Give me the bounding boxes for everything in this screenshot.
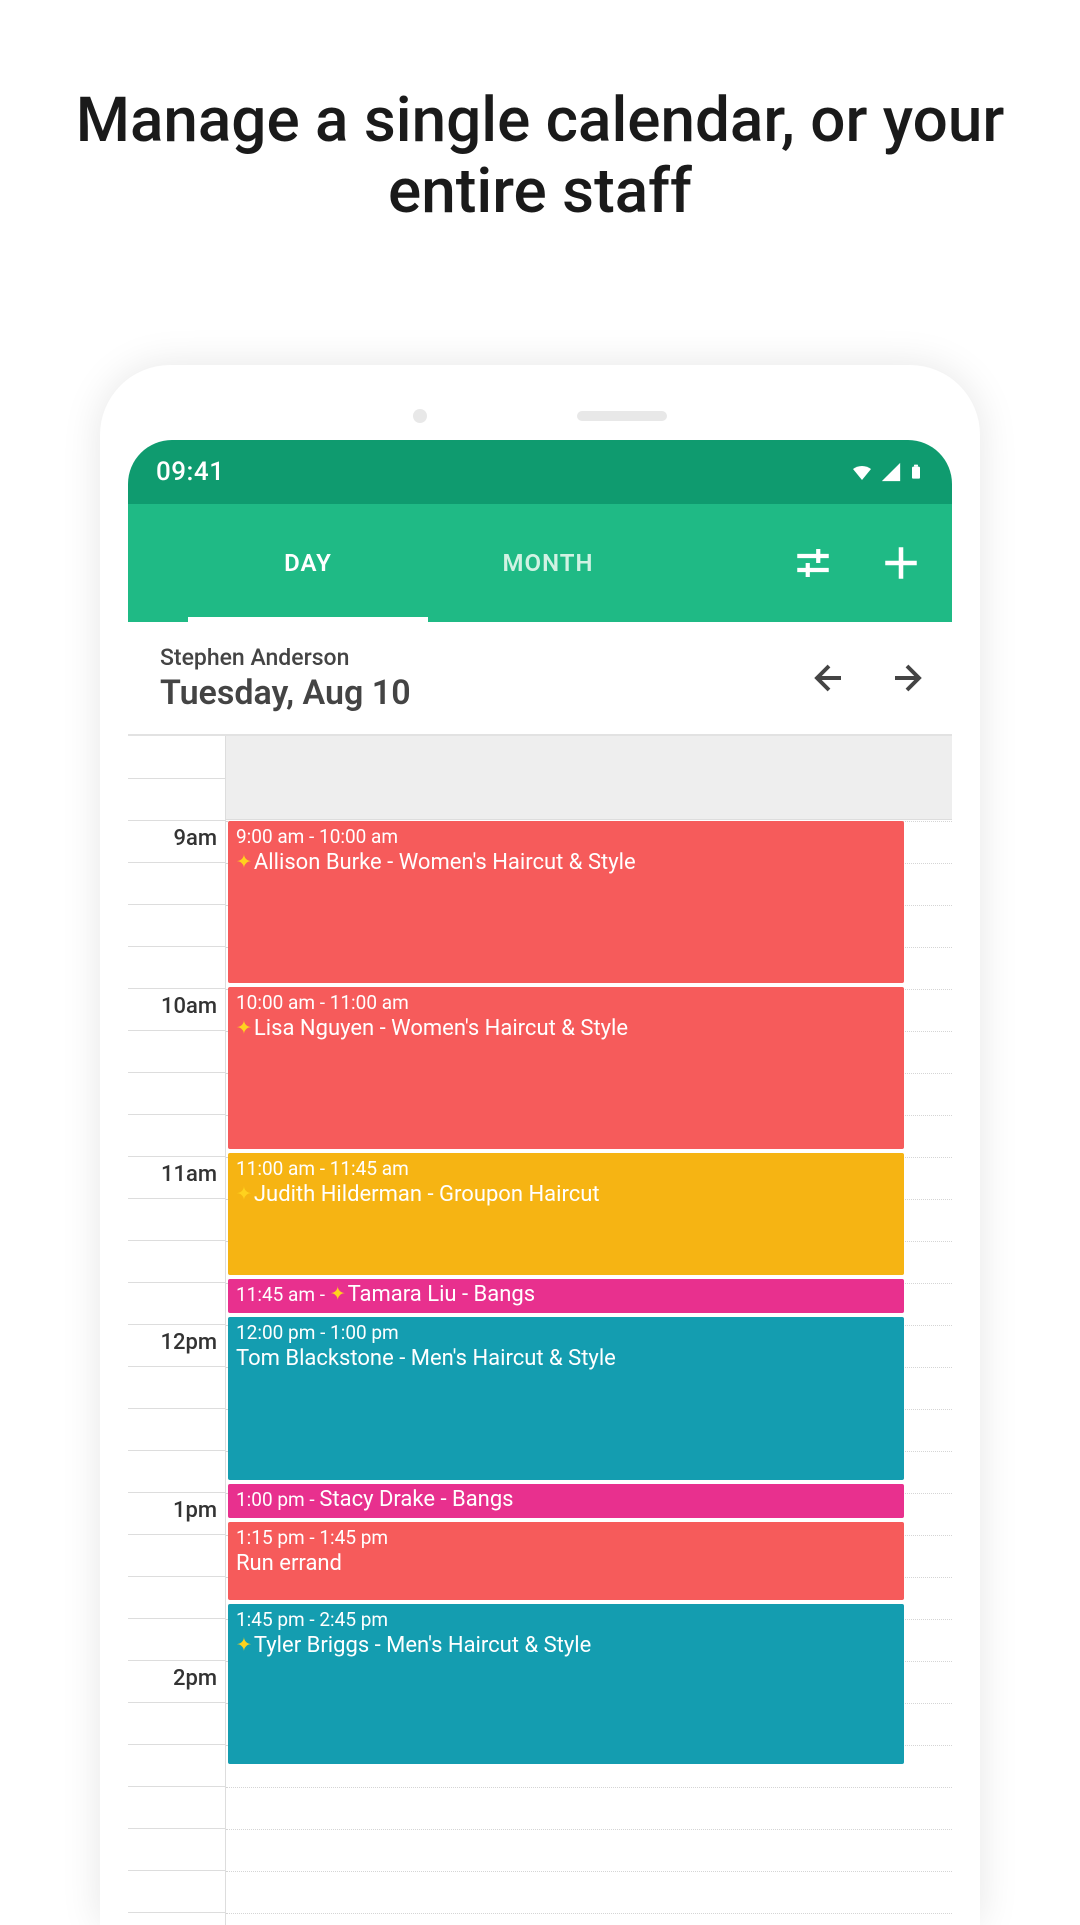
gutter-slot: [128, 1829, 225, 1871]
time-label: 9am: [173, 826, 217, 851]
marketing-headline: Manage a single calendar, or your entire…: [0, 0, 1080, 228]
status-icons: [850, 460, 924, 484]
gutter-slot: [128, 905, 225, 947]
event-block[interactable]: 10:00 am - 11:00 am✦Lisa Nguyen - Women'…: [228, 987, 904, 1149]
gutter-slot: [128, 1871, 225, 1913]
gutter-slot: [128, 947, 225, 989]
time-label: 10am: [161, 994, 217, 1019]
phone-camera-dot: [413, 409, 427, 423]
star-icon: ✦: [236, 1182, 252, 1205]
gutter-slot: [128, 1115, 225, 1157]
signal-icon: [880, 461, 902, 483]
day-calendar[interactable]: 9am 10am 11am 12pm 1pm 2pm 9:00 am - 10:00 am…: [128, 736, 952, 1925]
grid-line: [226, 1913, 952, 1914]
phone-speaker-slit: [577, 411, 667, 421]
gutter-slot: [128, 779, 225, 821]
gutter-slot: [128, 1745, 225, 1787]
event-block[interactable]: 12:00 pm - 1:00 pmTom Blackstone - Men's…: [228, 1317, 904, 1480]
time-label: 1pm: [173, 1498, 217, 1523]
prev-day-icon[interactable]: [808, 660, 844, 696]
tab-bar: DAY MONTH: [128, 504, 952, 622]
event-block[interactable]: 1:00 pm - Stacy Drake - Bangs: [228, 1484, 904, 1518]
next-day-icon[interactable]: [892, 660, 928, 696]
star-icon: ✦: [236, 850, 252, 873]
time-label: 11am: [161, 1162, 217, 1187]
gutter-slot: [128, 1451, 225, 1493]
star-icon: ✦: [330, 1282, 346, 1305]
allday-band: [226, 736, 952, 820]
phone-frame: 09:41 DAY MONTH: [100, 365, 980, 1925]
time-label: 2pm: [173, 1666, 217, 1691]
gutter-slot: [128, 1073, 225, 1115]
gutter-slot: [128, 1703, 225, 1745]
tab-day[interactable]: DAY: [188, 504, 428, 622]
screen: 09:41 DAY MONTH: [128, 440, 952, 1925]
gutter-slot: [128, 1283, 225, 1325]
grid-line: [226, 1871, 952, 1872]
gutter-slot: [128, 1535, 225, 1577]
gutter-slot: [128, 1409, 225, 1451]
status-bar: 09:41: [128, 440, 952, 504]
events-column: 9:00 am - 10:00 am✦Allison Burke - Women…: [226, 736, 906, 1925]
star-icon: ✦: [236, 1016, 252, 1039]
filter-sliders-icon[interactable]: [792, 542, 834, 584]
gutter-slot: [128, 1367, 225, 1409]
time-label: 12pm: [160, 1330, 217, 1355]
grid-line: [226, 1787, 952, 1788]
add-icon[interactable]: [880, 542, 922, 584]
gutter-slot: [128, 863, 225, 905]
gutter-slot: [128, 1199, 225, 1241]
date-header: Stephen Anderson Tuesday, Aug 10: [128, 622, 952, 736]
gutter-slot: [128, 1787, 225, 1829]
event-block[interactable]: 11:45 am - ✦Tamara Liu - Bangs: [228, 1279, 904, 1313]
gutter-slot: [128, 1577, 225, 1619]
gutter-slot: [128, 1241, 225, 1283]
staff-name: Stephen Anderson: [160, 644, 411, 671]
grid-line: [226, 1829, 952, 1830]
wifi-icon: [850, 460, 874, 484]
status-time: 09:41: [156, 457, 224, 487]
event-block[interactable]: 1:15 pm - 1:45 pmRun errand: [228, 1522, 904, 1600]
star-icon: ✦: [236, 1633, 252, 1656]
gutter-slot: [128, 737, 225, 779]
event-block[interactable]: 1:45 pm - 2:45 pm✦Tyler Briggs - Men's H…: [228, 1604, 904, 1764]
tab-month[interactable]: MONTH: [428, 504, 668, 622]
current-date: Tuesday, Aug 10: [160, 673, 411, 713]
gutter-slot: [128, 1619, 225, 1661]
gutter-slot: [128, 1031, 225, 1073]
gutter-slot: [128, 1913, 225, 1925]
event-block[interactable]: 9:00 am - 10:00 am✦Allison Burke - Women…: [228, 821, 904, 983]
battery-icon: [908, 460, 924, 484]
event-block[interactable]: 11:00 am - 11:45 am✦Judith Hilderman - G…: [228, 1153, 904, 1275]
time-gutter: 9am 10am 11am 12pm 1pm 2pm: [128, 736, 226, 1925]
